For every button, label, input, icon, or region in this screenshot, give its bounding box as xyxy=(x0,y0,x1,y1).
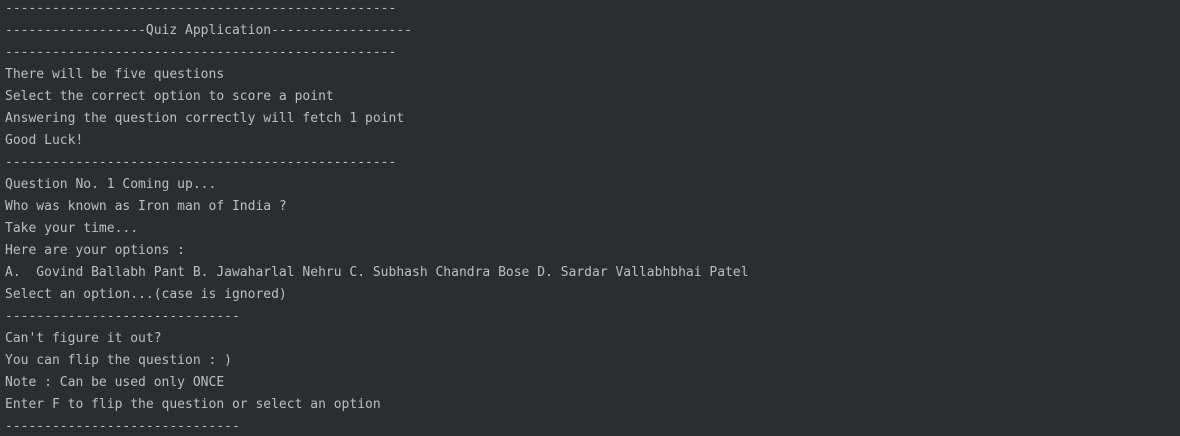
console-lines: ------------------------------ ----------… xyxy=(5,0,1180,436)
console-line-intro: Answering the question correctly will fe… xyxy=(5,111,405,126)
console-line-question-text: Who was known as Iron man of India ? xyxy=(5,199,287,214)
console-line-app-title: ------------------Quiz Application------… xyxy=(5,23,412,38)
console-line-separator: ----------------------------------------… xyxy=(5,155,397,170)
console-line-separator: ----------------------------------------… xyxy=(5,45,397,60)
console-line-intro: There will be five questions xyxy=(5,67,225,82)
console-line-prompt: Take your time... xyxy=(5,221,139,236)
console-line-prompt: Here are your options : xyxy=(5,243,186,258)
console-line-prompt: Select an option...(case is ignored) xyxy=(5,287,287,302)
console-line-separator: ----------------------------------------… xyxy=(5,1,397,16)
console-line-note: Note : Can be used only ONCE xyxy=(5,375,225,390)
console-line-separator: ------------------------------ xyxy=(5,309,240,324)
console-line-intro: Good Luck! xyxy=(5,133,84,148)
console-line-hint: Can't figure it out? xyxy=(5,331,162,346)
console-line-input-prompt: Enter F to flip the question or select a… xyxy=(5,397,381,412)
console-line-question-number: Question No. 1 Coming up... xyxy=(5,177,217,192)
console-line-options: A. Govind Ballabh Pant B. Jawaharlal Neh… xyxy=(5,265,749,280)
console-line-separator: ------------------------------ xyxy=(5,419,240,434)
console-output[interactable]: ------------------------------ ----------… xyxy=(0,0,1180,436)
console-line-intro: Select the correct option to score a poi… xyxy=(5,89,334,104)
console-line-hint: You can flip the question : ) xyxy=(5,353,232,368)
